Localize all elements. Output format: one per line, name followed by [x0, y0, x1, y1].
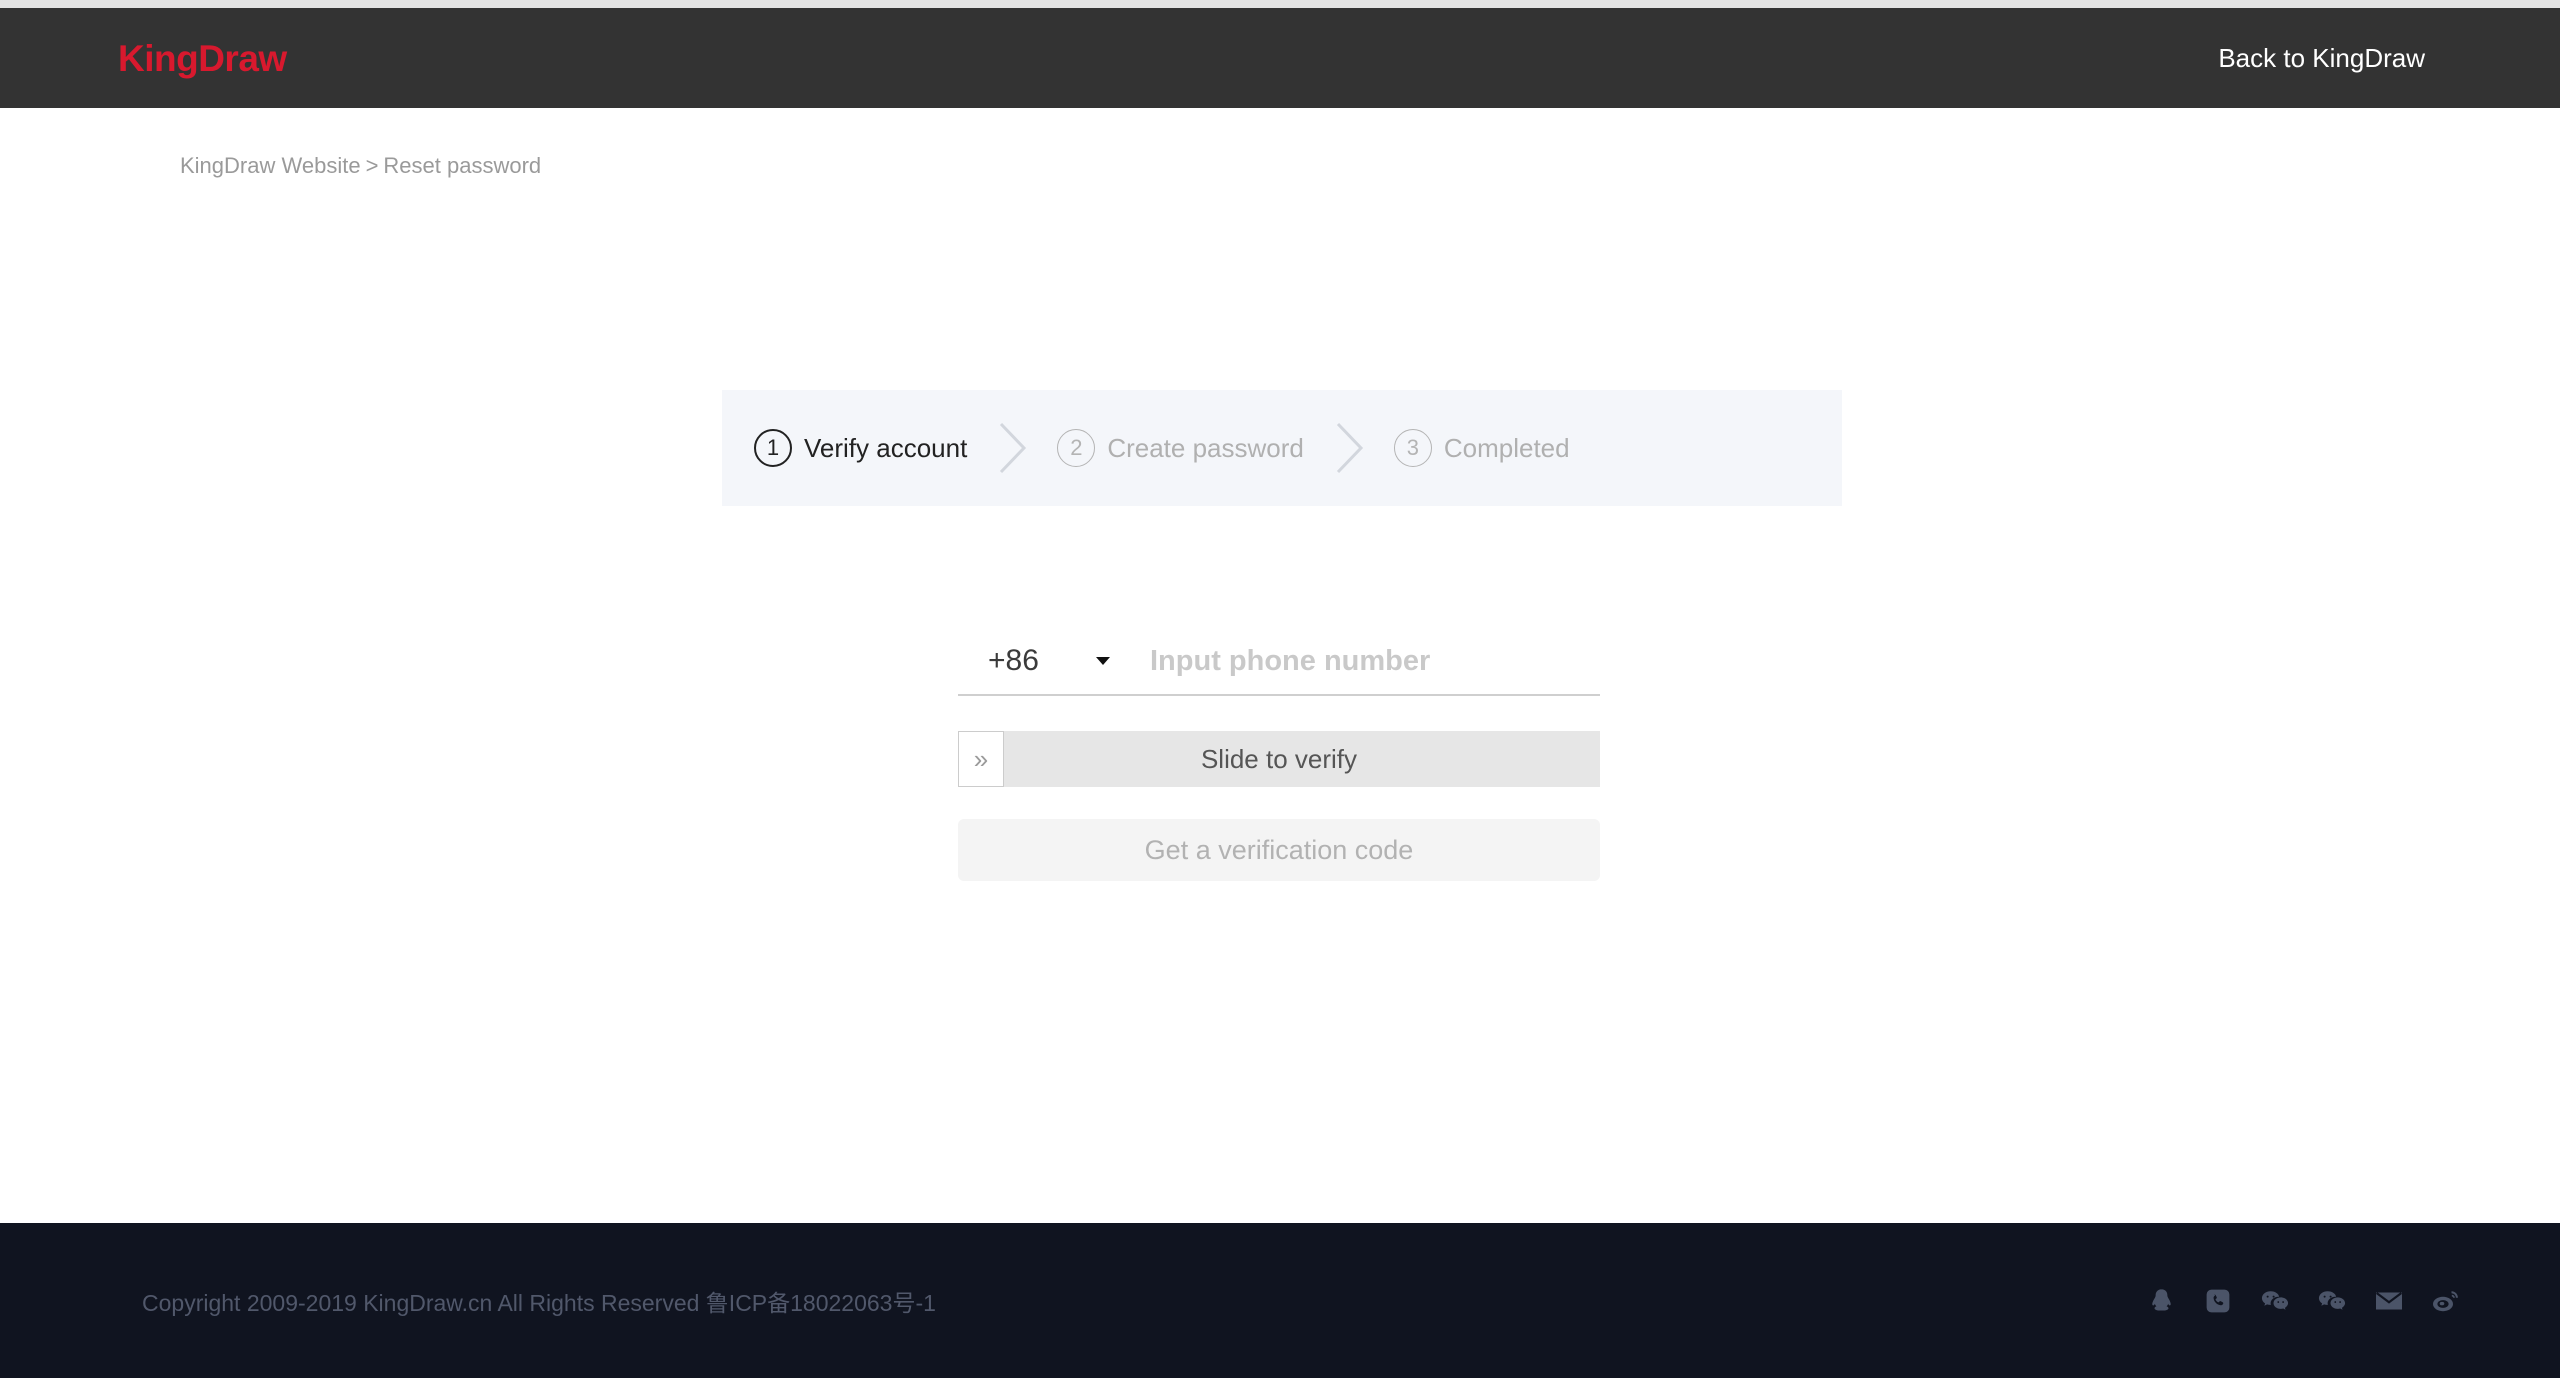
step-3-label: Completed [1443, 432, 1570, 463]
phone-icon[interactable] [2204, 1287, 2232, 1315]
get-verification-code-button[interactable]: Get a verification code [958, 819, 1600, 881]
main-content: KingDraw Website > Reset password 1 Verify… [0, 108, 2560, 1223]
country-code-select[interactable]: +86 [958, 628, 1138, 694]
slider-label: Slide to verify [1200, 743, 1358, 774]
step-1-number: 1 [754, 429, 792, 467]
breadcrumb: KingDraw Website > Reset password [180, 153, 541, 179]
breadcrumb-current: Reset password [383, 153, 542, 178]
qq-icon[interactable] [2147, 1287, 2175, 1315]
browser-top-strip [0, 0, 2560, 8]
site-footer: Copyright 2009-2019 KingDraw.cn All Righ… [0, 1223, 2560, 1378]
step-completed[interactable]: 3 Completed [1393, 429, 1570, 467]
breadcrumb-separator: > [365, 153, 379, 178]
step-create-password[interactable]: 2 Create password [1057, 429, 1304, 467]
phone-number-input[interactable] [1138, 628, 1600, 694]
step-verify-account[interactable]: 1 Verify account [754, 429, 967, 467]
country-code-value: +86 [988, 644, 1039, 677]
chevron-right-icon [967, 419, 1057, 477]
chevron-right-icon-2 [1304, 419, 1394, 477]
copyright-text: Copyright 2009-2019 KingDraw.cn All Righ… [142, 1289, 936, 1316]
step-indicator: 1 Verify account 2 Create password 3 Com… [722, 390, 1842, 506]
back-to-kingdraw-link[interactable]: Back to KingDraw [2218, 43, 2425, 74]
slide-to-verify-slider[interactable]: Slide to verify » [958, 731, 1600, 787]
step-2-number: 2 [1057, 429, 1096, 467]
social-icon-list [2147, 1287, 2460, 1315]
step-2-label: Create password [1107, 432, 1304, 463]
breadcrumb-root-link[interactable]: KingDraw Website [180, 153, 361, 178]
wechat-icon[interactable] [2261, 1287, 2289, 1315]
email-icon[interactable] [2375, 1287, 2403, 1315]
slider-handle[interactable]: » [958, 731, 1004, 787]
page-root: KingDraw Back to KingDraw KingDraw Websi… [0, 0, 2560, 1378]
kingdraw-logo[interactable]: KingDraw [118, 40, 287, 77]
weibo-icon[interactable] [2432, 1287, 2460, 1315]
wechat-work-icon[interactable] [2318, 1287, 2346, 1315]
phone-row: +86 [958, 628, 1600, 696]
caret-down-icon [1096, 657, 1110, 665]
step-3-number: 3 [1393, 429, 1432, 467]
step-1-label: Verify account [804, 432, 968, 463]
reset-password-form: +86 Slide to verify » Get a verification… [958, 628, 1600, 881]
double-chevron-right-icon: » [973, 744, 989, 774]
site-header: KingDraw Back to KingDraw [0, 8, 2560, 108]
